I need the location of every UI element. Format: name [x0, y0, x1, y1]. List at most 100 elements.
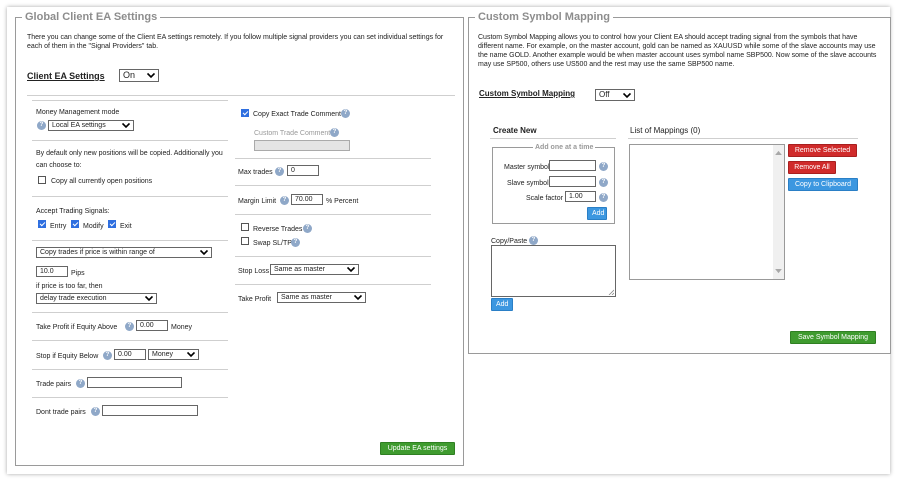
price-range-select[interactable]: Copy trades if price is within range of — [36, 247, 212, 258]
copy-comment-label: Copy Exact Trade Comment — [253, 111, 341, 118]
help-icon[interactable]: ? — [91, 407, 100, 416]
margin-input[interactable]: 70.00 — [291, 194, 323, 205]
max-trades-value: 0 — [291, 167, 295, 174]
swap-label: Swap SL/TP — [253, 240, 292, 247]
entry-checkbox[interactable] — [38, 220, 46, 228]
client-ea-select[interactable]: On — [119, 69, 159, 82]
global-settings-title: Global Client EA Settings — [25, 11, 158, 23]
money-mode-value: Local EA settings — [52, 122, 106, 129]
divider — [32, 340, 228, 341]
max-trades-label: Max trades — [238, 169, 273, 176]
chevron-down-icon — [347, 266, 355, 273]
slave-symbol-label: Slave symbol — [507, 180, 549, 187]
help-icon[interactable]: ? — [291, 238, 300, 247]
too-far-label: if price is too far, then — [36, 283, 103, 290]
scale-factor-value: 1.00 — [569, 193, 583, 200]
trade-pairs-input[interactable] — [87, 377, 182, 388]
copy-comment-checkbox[interactable] — [241, 109, 249, 117]
price-range-value: Copy trades if price is within range of — [40, 249, 155, 256]
divider — [32, 100, 228, 101]
percent-label: % Percent — [326, 198, 359, 205]
client-ea-value: On — [123, 70, 136, 80]
divider — [235, 284, 431, 285]
scale-factor-input[interactable]: 1.00 — [565, 191, 596, 202]
mapping-value: Off — [599, 90, 610, 99]
help-icon[interactable]: ? — [125, 322, 134, 331]
remove-all-button[interactable]: Remove All — [788, 161, 836, 174]
help-icon[interactable]: ? — [275, 167, 284, 176]
add-mapping-button[interactable]: Add — [587, 207, 607, 220]
take-profit-select[interactable]: Same as master — [277, 292, 366, 303]
modify-checkbox[interactable] — [71, 220, 79, 228]
reverse-checkbox[interactable] — [241, 223, 249, 231]
dont-trade-input[interactable] — [102, 405, 198, 416]
tp-equity-label: Take Profit if Equity Above — [36, 324, 118, 331]
max-trades-input[interactable]: 0 — [287, 165, 319, 176]
custom-comment-input[interactable] — [254, 140, 350, 151]
add-paste-button[interactable]: Add — [491, 298, 513, 311]
scale-factor-label: Scale factor — [526, 195, 563, 202]
mappings-listbox[interactable] — [629, 144, 785, 280]
tp-equity-value: 0.00 — [140, 322, 154, 329]
pips-value: 10.0 — [40, 268, 54, 275]
divider — [235, 158, 431, 159]
mapping-title: Custom Symbol Mapping — [478, 11, 610, 23]
chevron-down-icon — [623, 92, 631, 99]
exit-checkbox[interactable] — [108, 220, 116, 228]
divider — [490, 138, 616, 139]
divider — [32, 312, 228, 313]
help-icon[interactable]: ? — [280, 196, 289, 205]
tp-equity-input[interactable]: 0.00 — [136, 320, 168, 331]
help-icon[interactable]: ? — [103, 351, 112, 360]
update-ea-button[interactable]: Update EA settings — [380, 442, 455, 455]
divider — [32, 140, 228, 141]
add-one-legend: Add one at a time — [535, 144, 594, 151]
mapping-label: Custom Symbol Mapping — [479, 89, 575, 98]
copy-paste-textarea[interactable] — [491, 245, 616, 297]
divider — [235, 214, 431, 215]
copy-clipboard-button[interactable]: Copy to Clipboard — [788, 178, 858, 191]
mapping-select[interactable]: Off — [595, 89, 635, 101]
master-symbol-input[interactable] — [549, 160, 596, 171]
stop-equity-input[interactable]: 0.00 — [114, 349, 146, 360]
delay-select[interactable]: delay trade execution — [36, 293, 157, 304]
help-icon[interactable]: ? — [599, 178, 608, 187]
stop-equity-unit-select[interactable]: Money — [148, 349, 199, 360]
help-icon[interactable]: ? — [599, 193, 608, 202]
create-new-heading: Create New — [493, 126, 537, 135]
help-icon[interactable]: ? — [330, 128, 339, 137]
copy-note: By default only new positions will be co… — [36, 150, 223, 169]
money-label: Money — [171, 324, 193, 331]
slave-symbol-input[interactable] — [549, 176, 596, 187]
chevron-down-icon — [354, 294, 362, 301]
listbox-scrollbar[interactable] — [773, 145, 784, 279]
master-symbol-label: Master symbol — [504, 164, 550, 171]
chevron-down-icon — [187, 351, 195, 358]
swap-checkbox[interactable] — [241, 237, 249, 245]
remove-selected-button[interactable]: Remove Selected — [788, 144, 857, 157]
pips-input[interactable]: 10.0 — [36, 266, 68, 277]
money-mode-select[interactable]: Local EA settings — [48, 120, 134, 131]
chevron-down-icon — [145, 295, 153, 302]
delay-value: delay trade execution — [40, 295, 107, 302]
help-icon[interactable]: ? — [529, 236, 538, 245]
help-icon[interactable]: ? — [76, 379, 85, 388]
divider — [32, 196, 228, 197]
global-intro: There you can change some of the Client … — [27, 34, 444, 50]
help-icon[interactable]: ? — [37, 121, 46, 130]
stop-loss-select[interactable]: Same as master — [270, 264, 359, 275]
scroll-down-icon[interactable] — [775, 269, 782, 274]
take-profit-value: Same as master — [281, 294, 332, 301]
help-icon[interactable]: ? — [599, 162, 608, 171]
stop-equity-unit-value: Money — [152, 351, 174, 358]
help-icon[interactable]: ? — [303, 224, 312, 233]
divider — [32, 369, 228, 370]
copy-open-checkbox[interactable] — [38, 176, 46, 184]
pips-label: Pips — [71, 270, 85, 277]
help-icon[interactable]: ? — [341, 109, 350, 118]
save-mapping-button[interactable]: Save Symbol Mapping — [790, 331, 876, 344]
resize-handle-icon[interactable] — [608, 289, 614, 295]
money-mode-label: Money Management mode — [36, 109, 120, 116]
scroll-up-icon[interactable] — [775, 150, 782, 155]
entry-label: Entry — [50, 223, 67, 230]
